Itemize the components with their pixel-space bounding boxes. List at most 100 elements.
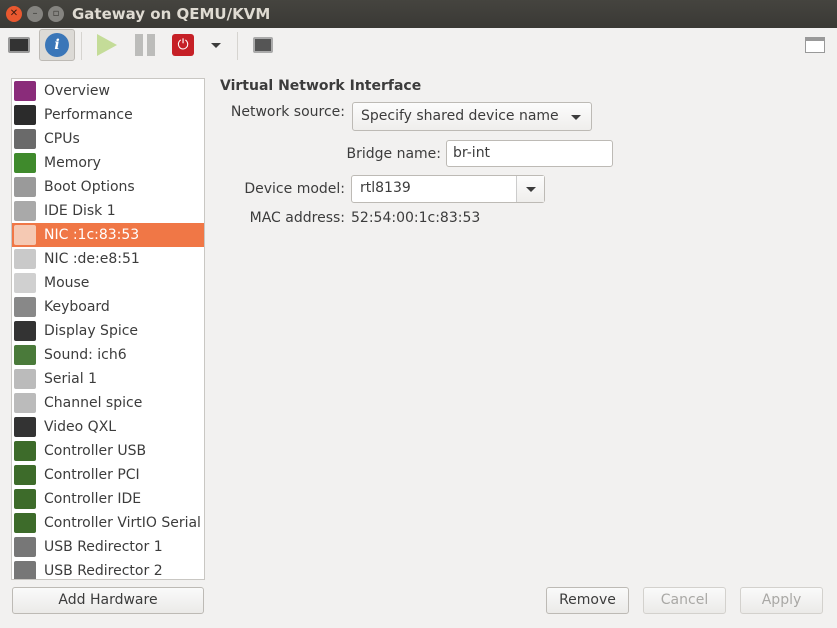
nic-icon xyxy=(14,225,36,245)
mouse-icon xyxy=(14,273,36,293)
sidebar-item[interactable]: Keyboard xyxy=(12,295,204,319)
display-icon xyxy=(14,321,36,341)
shutdown-button[interactable]: ⏻ xyxy=(167,30,199,60)
sidebar-item[interactable]: IDE Disk 1 xyxy=(12,199,204,223)
console-icon xyxy=(8,37,30,53)
usb-icon xyxy=(14,561,36,579)
device-model-value: rtl8139 xyxy=(360,180,411,196)
controller-icon xyxy=(14,465,36,485)
minimize-icon[interactable]: – xyxy=(27,6,43,22)
sidebar-item-label: Sound: ich6 xyxy=(44,347,127,363)
performance-icon xyxy=(14,105,36,125)
sidebar-item[interactable]: Controller PCI xyxy=(12,463,204,487)
section-title: Virtual Network Interface xyxy=(220,78,422,94)
memory-icon xyxy=(14,153,36,173)
sidebar-item-label: NIC :1c:83:53 xyxy=(44,227,140,243)
sidebar-item-label: Boot Options xyxy=(44,179,135,195)
bridge-name-label: Bridge name: xyxy=(346,146,441,162)
pause-button[interactable] xyxy=(129,30,161,60)
bridge-name-input[interactable]: br-int xyxy=(446,140,613,167)
sidebar-item-label: Display Spice xyxy=(44,323,139,339)
close-icon[interactable]: ✕ xyxy=(6,6,22,22)
sidebar-item[interactable]: NIC :1c:83:53 xyxy=(12,223,204,247)
sidebar-item[interactable]: Controller USB xyxy=(12,439,204,463)
apply-button[interactable]: Apply xyxy=(740,587,823,614)
network-source-label: Network source: xyxy=(230,104,345,120)
sidebar-item[interactable]: USB Redirector 2 xyxy=(12,559,204,579)
play-icon xyxy=(97,34,117,56)
keyboard-icon xyxy=(14,297,36,317)
sidebar-item[interactable]: Performance xyxy=(12,103,204,127)
disk-icon xyxy=(14,201,36,221)
device-model-label: Device model: xyxy=(244,181,345,197)
sidebar-item[interactable]: Display Spice xyxy=(12,319,204,343)
cpu-icon xyxy=(14,129,36,149)
snapshots-button[interactable] xyxy=(247,30,279,60)
serial-icon xyxy=(14,369,36,389)
network-source-value: Specify shared device name xyxy=(361,108,559,124)
sidebar-item-label: NIC :de:e8:51 xyxy=(44,251,140,267)
sidebar-item-label: Memory xyxy=(44,155,101,171)
title-bar: ✕ – ▫ Gateway on QEMU/KVM xyxy=(0,0,837,28)
device-model-combo[interactable]: rtl8139 xyxy=(351,175,545,203)
toolbar: i ⏻ xyxy=(0,28,837,64)
controller-icon xyxy=(14,513,36,533)
network-source-select[interactable]: Specify shared device name xyxy=(352,102,592,131)
controller-icon xyxy=(14,441,36,461)
sidebar-item[interactable]: Memory xyxy=(12,151,204,175)
sidebar-item-label: Channel spice xyxy=(44,395,143,411)
sidebar-item[interactable]: Sound: ich6 xyxy=(12,343,204,367)
fullscreen-button[interactable] xyxy=(799,30,831,60)
sidebar-item[interactable]: Channel spice xyxy=(12,391,204,415)
sidebar-item-label: Serial 1 xyxy=(44,371,97,387)
chevron-down-icon xyxy=(211,42,221,48)
sidebar-item[interactable]: CPUs xyxy=(12,127,204,151)
info-icon: i xyxy=(45,33,69,57)
sidebar-item-label: Performance xyxy=(44,107,133,123)
video-icon xyxy=(14,417,36,437)
fullscreen-icon xyxy=(805,37,825,53)
channel-icon xyxy=(14,393,36,413)
chevron-down-icon xyxy=(571,115,581,120)
sidebar-item[interactable]: Overview xyxy=(12,79,204,103)
sidebar-item-label: Controller USB xyxy=(44,443,147,459)
boot-options-icon xyxy=(14,177,36,197)
run-button[interactable] xyxy=(91,30,123,60)
sidebar-item[interactable]: Controller VirtIO Serial xyxy=(12,511,204,535)
nic-icon xyxy=(14,249,36,269)
sidebar-item-label: Controller IDE xyxy=(44,491,142,507)
sidebar-item[interactable]: Boot Options xyxy=(12,175,204,199)
mac-address-value: 52:54:00:1c:83:53 xyxy=(351,210,481,226)
pause-icon xyxy=(135,34,155,56)
hardware-list[interactable]: Overview Performance CPUs Memory Boot Option… xyxy=(11,78,205,580)
sidebar-item-label: IDE Disk 1 xyxy=(44,203,116,219)
window-title: Gateway on QEMU/KVM xyxy=(72,5,271,23)
sidebar-item[interactable]: Serial 1 xyxy=(12,367,204,391)
shutdown-menu-button[interactable] xyxy=(200,30,232,60)
cancel-button[interactable]: Cancel xyxy=(643,587,726,614)
sidebar-item[interactable]: NIC :de:e8:51 xyxy=(12,247,204,271)
toolbar-separator xyxy=(237,32,238,60)
sidebar-item-label: Mouse xyxy=(44,275,90,291)
sidebar-item-label: USB Redirector 1 xyxy=(44,539,163,555)
maximize-icon[interactable]: ▫ xyxy=(48,6,64,22)
details-button[interactable]: i xyxy=(39,29,75,61)
usb-icon xyxy=(14,537,36,557)
sidebar-item[interactable]: Video QXL xyxy=(12,415,204,439)
sidebar-item[interactable]: USB Redirector 1 xyxy=(12,535,204,559)
sidebar-item-label: Keyboard xyxy=(44,299,110,315)
toolbar-separator xyxy=(81,32,82,60)
sidebar-item-label: Overview xyxy=(44,83,110,99)
controller-icon xyxy=(14,489,36,509)
sidebar-item[interactable]: Mouse xyxy=(12,271,204,295)
sidebar-item-label: Controller PCI xyxy=(44,467,140,483)
overview-icon xyxy=(14,81,36,101)
power-icon: ⏻ xyxy=(172,34,194,56)
sound-icon xyxy=(14,345,36,365)
sidebar-item-label: CPUs xyxy=(44,131,80,147)
sidebar-item[interactable]: Controller IDE xyxy=(12,487,204,511)
console-button[interactable] xyxy=(3,30,35,60)
add-hardware-button[interactable]: Add Hardware xyxy=(12,587,204,614)
device-model-dropdown-button[interactable] xyxy=(516,176,544,202)
remove-button[interactable]: Remove xyxy=(546,587,629,614)
